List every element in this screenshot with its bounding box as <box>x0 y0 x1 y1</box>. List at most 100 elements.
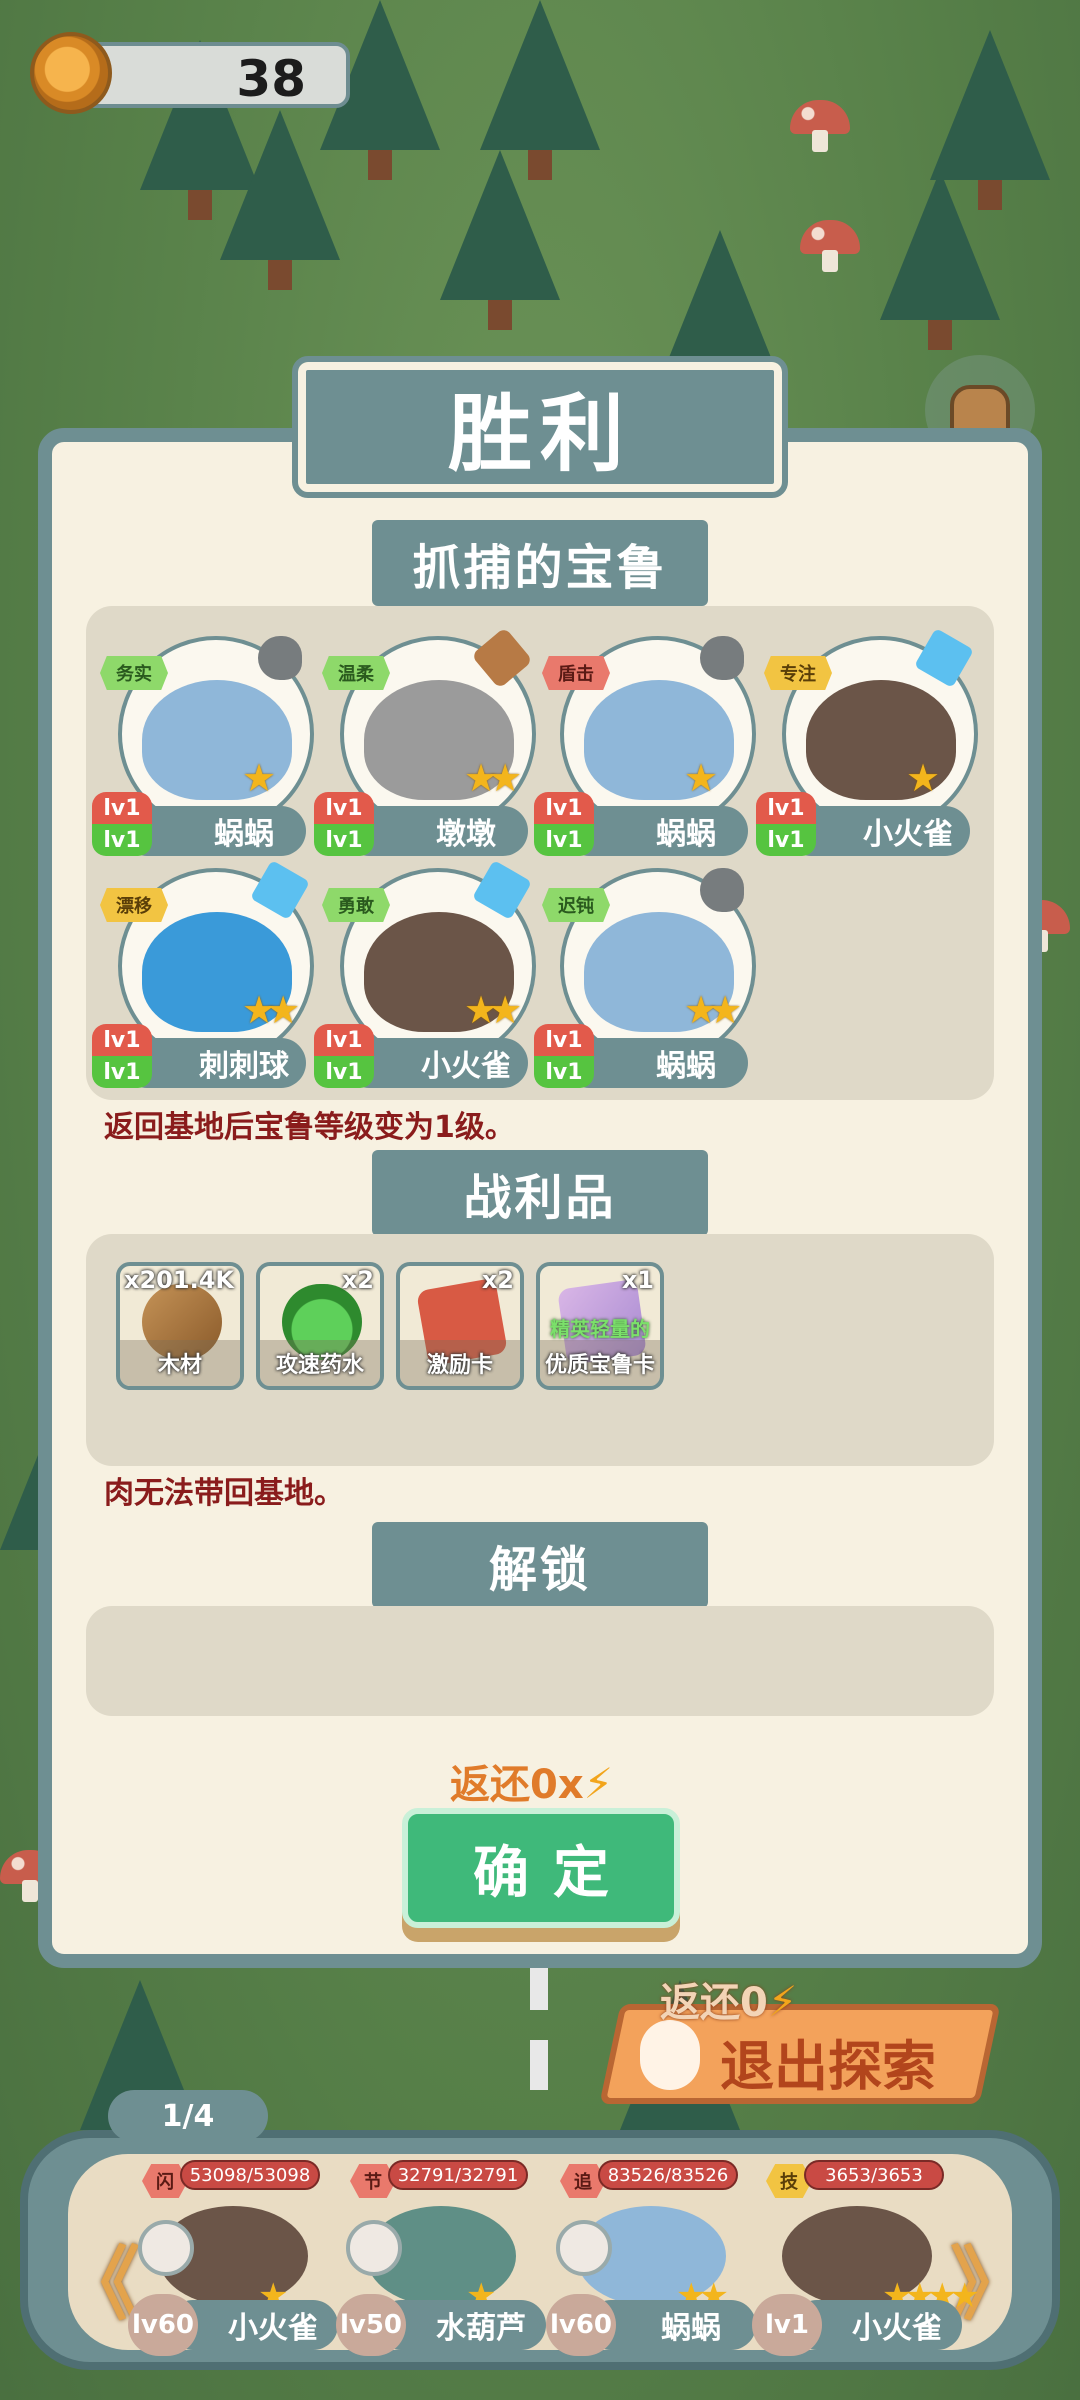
loot-item-label: 攻速药水 <box>260 1340 380 1386</box>
loot-note: 肉无法带回基地。 <box>104 1476 344 1511</box>
lightning-icon: ⚡ <box>767 1977 798 2026</box>
loot-item[interactable]: x1 精英轻量的 优质宝鲁卡 <box>536 1262 664 1390</box>
pet-level-top: lv1 <box>92 1024 152 1056</box>
loot-item[interactable]: x201.4K 木材 <box>116 1262 244 1390</box>
pet-level-badge: lv1 lv1 <box>314 1024 374 1088</box>
member-hp-bar: 3653/3653 <box>804 2160 944 2190</box>
skill-icon <box>138 2220 194 2276</box>
pet-portrait <box>806 680 956 800</box>
mushroom <box>800 220 860 272</box>
member-level: lv50 <box>336 2294 406 2356</box>
pet-level-bottom: lv1 <box>534 824 594 856</box>
captured-pet-card[interactable]: 务实 ★ 蜗蜗 lv1 lv1 <box>92 636 314 856</box>
loot-item-count: x2 <box>481 1266 514 1294</box>
team-member-slot[interactable]: 闪 53098/53098 ★ 小火雀 lv60 <box>128 2150 338 2356</box>
rarity-stars: ★★ <box>684 988 742 1032</box>
rarity-stars: ★ <box>242 756 276 800</box>
loot-item-count: x1 <box>621 1266 654 1294</box>
pet-level-bottom: lv1 <box>314 1056 374 1088</box>
captured-pet-card[interactable]: 勇敢 ★★ 小火雀 lv1 lv1 <box>314 859 536 1088</box>
pet-trait-badge: 漂移 <box>100 888 168 922</box>
team-member-slot[interactable]: 追 83526/83526 ★★ 蜗蜗 lv60 <box>546 2150 756 2356</box>
captured-pet-card[interactable]: 专注 ★ 小火雀 lv1 lv1 <box>756 627 978 856</box>
pet-level-top: lv1 <box>534 792 594 824</box>
pet-level-bottom: lv1 <box>92 1056 152 1088</box>
member-hp-bar: 83526/83526 <box>598 2160 738 2190</box>
pet-level-bottom: lv1 <box>314 824 374 856</box>
pet-portrait <box>584 680 734 800</box>
loot-item-label: 激励卡 <box>400 1340 520 1386</box>
member-hp-bar: 53098/53098 <box>180 2160 320 2190</box>
member-level: lv60 <box>546 2294 616 2356</box>
tree <box>660 230 780 410</box>
loot-item-label: 木材 <box>120 1340 240 1386</box>
captured-header: 抓捕的宝鲁 <box>372 520 708 606</box>
member-level: lv1 <box>752 2294 822 2356</box>
skill-icon <box>346 2220 402 2276</box>
pet-trait-badge: 勇敢 <box>322 888 390 922</box>
loot-item-count: x201.4K <box>124 1266 234 1294</box>
rarity-stars: ★★ <box>464 756 522 800</box>
member-level: lv60 <box>128 2294 198 2356</box>
pet-level-bottom: lv1 <box>534 1056 594 1088</box>
coin-box: 38 <box>80 42 350 108</box>
rock-resource-icon <box>258 636 302 680</box>
loot-item[interactable]: x2 激励卡 <box>396 1262 524 1390</box>
title-banner: 胜利 <box>292 356 788 498</box>
unlock-box <box>86 1606 994 1716</box>
captured-note: 返回基地后宝鲁等级变为1级。 <box>104 1110 515 1145</box>
pet-trait-badge: 温柔 <box>322 656 390 690</box>
team-page-indicator: 1/4 <box>108 2090 268 2142</box>
team-member-slot[interactable]: 技 3653/3653 ★★★★ 小火雀 lv1 <box>752 2150 980 2356</box>
pet-trait-badge: 务实 <box>100 656 168 690</box>
lightning-icon: ⚡ <box>583 1759 614 1808</box>
rarity-stars: ★★ <box>242 988 300 1032</box>
rock-resource-icon <box>700 868 744 912</box>
tree <box>930 30 1050 210</box>
rarity-stars: ★ <box>684 756 718 800</box>
pet-portrait <box>142 680 292 800</box>
pet-level-top: lv1 <box>534 1024 594 1056</box>
loot-item[interactable]: x2 攻速药水 <box>256 1262 384 1390</box>
pet-level-bottom: lv1 <box>92 824 152 856</box>
pet-level-badge: lv1 lv1 <box>756 792 816 856</box>
pet-level-top: lv1 <box>756 792 816 824</box>
captured-pet-card[interactable]: 迟钝 ★★ 蜗蜗 lv1 lv1 <box>534 868 756 1088</box>
pet-level-badge: lv1 lv1 <box>534 792 594 856</box>
pet-level-badge: lv1 lv1 <box>92 792 152 856</box>
rock-resource-icon <box>700 636 744 680</box>
captured-pet-card[interactable]: 盾击 ★ 蜗蜗 lv1 lv1 <box>534 636 756 856</box>
pet-level-badge: lv1 lv1 <box>92 1024 152 1088</box>
pet-trait-badge: 专注 <box>764 656 832 690</box>
loot-item-count: x2 <box>341 1266 374 1294</box>
loot-item-label: 优质宝鲁卡 <box>540 1340 660 1386</box>
pet-trait-badge: 迟钝 <box>542 888 610 922</box>
exit-refund-text: 返还0⚡ <box>660 1977 798 2026</box>
road-marking <box>530 1960 548 2120</box>
pet-level-badge: lv1 lv1 <box>314 792 374 856</box>
team-member-slot[interactable]: 节 32791/32791 ★ 水葫芦 lv50 <box>336 2150 546 2356</box>
pet-level-top: lv1 <box>92 792 152 824</box>
member-hp-bar: 32791/32791 <box>388 2160 528 2190</box>
rarity-stars: ★★ <box>464 988 522 1032</box>
pet-trait-badge: 盾击 <box>542 656 610 690</box>
exit-explore-area: 退出探索 返还0⚡ <box>599 1970 1001 2120</box>
rarity-stars: ★ <box>906 756 940 800</box>
walking-person-icon <box>640 2020 700 2090</box>
coin-counter: 38 <box>30 32 350 114</box>
pet-level-top: lv1 <box>314 792 374 824</box>
exit-explore-label: 退出探索 <box>720 2035 936 2098</box>
confirm-button[interactable]: 确定 <box>402 1808 680 1928</box>
mushroom <box>790 100 850 152</box>
loot-header: 战利品 <box>372 1150 708 1236</box>
tree <box>480 0 600 180</box>
unlock-header: 解锁 <box>372 1522 708 1608</box>
pet-level-bottom: lv1 <box>756 824 816 856</box>
pet-level-badge: lv1 lv1 <box>534 1024 594 1088</box>
captured-pet-card[interactable]: 温柔 ★★ 墩墩 lv1 lv1 <box>314 627 536 856</box>
pet-level-top: lv1 <box>314 1024 374 1056</box>
captured-pet-card[interactable]: 漂移 ★★ 刺刺球 lv1 lv1 <box>92 859 314 1088</box>
coin-icon <box>30 32 112 114</box>
page-title: 胜利 <box>447 384 632 483</box>
loot-item-sublabel: 精英轻量的 <box>550 1317 650 1341</box>
